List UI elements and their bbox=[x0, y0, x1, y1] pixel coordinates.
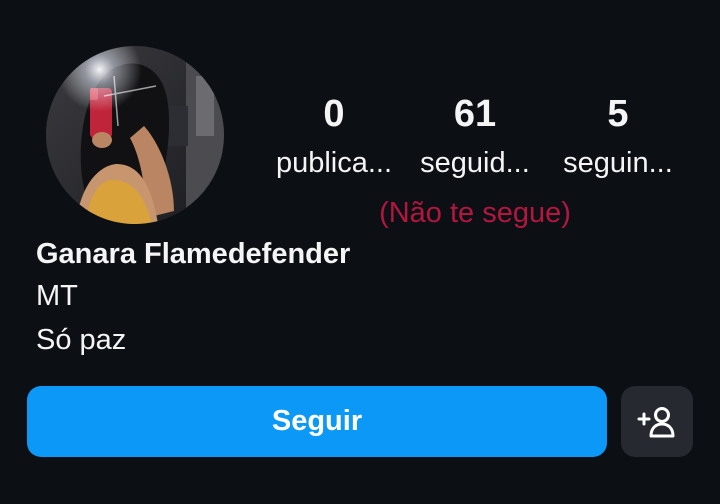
following-count: 5 bbox=[607, 93, 629, 135]
stat-followers[interactable]: 61 seguid... bbox=[405, 92, 545, 180]
follow-button[interactable]: Seguir bbox=[27, 386, 607, 457]
avatar[interactable] bbox=[46, 46, 224, 224]
bio-line: MT bbox=[36, 280, 78, 312]
suggest-people-button[interactable] bbox=[621, 386, 693, 457]
followers-count: 61 bbox=[453, 93, 497, 135]
followers-label: seguid... bbox=[420, 147, 530, 179]
stat-posts[interactable]: 0 publica... bbox=[264, 92, 404, 180]
profile-header: 0 publica... 61 seguid... 5 seguin... (N… bbox=[0, 0, 720, 504]
bio-line: Só paz bbox=[36, 324, 127, 356]
add-person-icon bbox=[637, 406, 675, 437]
posts-label: publica... bbox=[275, 147, 393, 179]
following-label: seguin... bbox=[563, 147, 673, 179]
profile-photo bbox=[46, 46, 224, 224]
posts-count: 0 bbox=[323, 93, 345, 135]
profile-name: Ganara Flamedefender bbox=[36, 238, 351, 270]
not-following-note: (Não te segue) bbox=[379, 197, 571, 229]
stat-following[interactable]: 5 seguin... bbox=[548, 92, 688, 180]
